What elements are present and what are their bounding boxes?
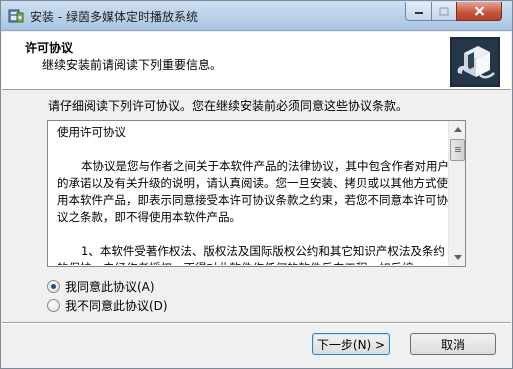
decline-option[interactable]: 我不同意此协议(D) <box>47 297 168 314</box>
scroll-up-button[interactable] <box>449 121 466 138</box>
license-instruction: 请仔细阅读下列许可协议。您在继续安装前必须同意这些协议条款。 <box>48 99 409 113</box>
grip-line <box>455 151 461 152</box>
maximize-icon <box>439 6 449 16</box>
installer-box-logo <box>450 37 500 87</box>
scroll-down-button[interactable] <box>449 249 466 266</box>
page-subtitle: 继续安装前请阅读下列重要信息。 <box>42 58 223 72</box>
next-button[interactable]: 下一步(N) > <box>312 333 390 355</box>
license-scrollbar[interactable] <box>448 121 465 266</box>
wizard-header: 许可协议 继续安装前请阅读下列重要信息。 <box>2 32 511 90</box>
accept-radio[interactable] <box>47 280 60 293</box>
minimize-button[interactable] <box>405 2 432 21</box>
scroll-thumb[interactable] <box>450 139 465 161</box>
decline-radio[interactable] <box>47 299 60 312</box>
license-content: 使用许可协议 本协议是您与作者之间关于本软件产品的法律协议，其中包含作者对用户的… <box>57 124 449 265</box>
scroll-down-arrow-icon <box>453 255 462 260</box>
installer-app-icon <box>8 9 24 23</box>
footer-divider <box>2 322 511 324</box>
decline-label: 我不同意此协议(D) <box>65 299 168 313</box>
accept-label: 我同意此协议(A) <box>65 280 155 294</box>
close-icon <box>474 6 484 16</box>
cancel-button[interactable]: 取消 <box>410 333 496 355</box>
license-paragraph: 本协议是您与作者之间关于本软件产品的法律协议，其中包含作者对用户的承诺以及有关升… <box>57 159 449 224</box>
grip-line <box>455 147 461 148</box>
grip-line <box>455 149 461 150</box>
license-paragraph: 1、本软件受著作权法、版权法及国际版权公约和其它知识产权法及条约的保护，未经作者… <box>57 244 445 265</box>
maximize-button[interactable] <box>431 2 457 21</box>
window-title: 安装 - 绿茵多媒体定时播放系统 <box>30 10 198 24</box>
license-heading: 使用许可协议 <box>57 125 126 139</box>
accept-option[interactable]: 我同意此协议(A) <box>47 278 155 295</box>
license-text-box[interactable]: 使用许可协议 本协议是您与作者之间关于本软件产品的法律协议，其中包含作者对用户的… <box>47 120 466 267</box>
title-bar[interactable]: 安装 - 绿茵多媒体定时播放系统 <box>1 1 512 31</box>
scroll-up-arrow-icon <box>453 127 462 132</box>
close-button[interactable] <box>456 2 502 21</box>
minimize-icon <box>414 12 423 14</box>
page-title: 许可协议 <box>25 41 74 55</box>
installer-window: 安装 - 绿茵多媒体定时播放系统 许可协议 继续安装前请阅读下列重要信息。 请仔… <box>0 0 513 369</box>
